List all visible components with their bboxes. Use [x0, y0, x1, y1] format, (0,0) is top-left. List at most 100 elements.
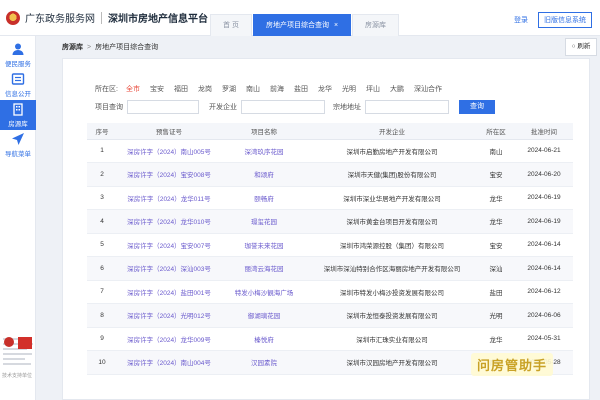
- sidebar-item-services[interactable]: 便民服务: [0, 40, 36, 70]
- project-query-input[interactable]: [127, 100, 199, 114]
- district-option[interactable]: 盐田: [294, 86, 308, 93]
- query-panel: 所在区: 全市 宝安 福田 龙岗 罗湖 南山 前海 盐田 龙华 光明 坪山 大鹏 深汕合作 项目查询 开…: [62, 58, 590, 400]
- sidebar-item-housing[interactable]: 房源库: [0, 100, 36, 130]
- approval-date-cell: 2024-06-19: [515, 186, 573, 210]
- row-index: 9: [87, 327, 117, 351]
- district-cell: 宝安: [477, 162, 515, 187]
- table-row[interactable]: 2 深房许字（2024）宝安008号 和颂府 深圳市天健(集团)股份有限公司 宝安 202…: [87, 162, 573, 187]
- district-cell: 盐田: [477, 280, 515, 304]
- project-name-link[interactable]: 丽湾云海花园: [221, 256, 307, 281]
- table-row[interactable]: 3 深房许字（2024）龙华011号 颐畅府 深圳市深业华居地产开发有限公司 龙华 202…: [87, 186, 573, 210]
- district-cell: 龙华: [477, 186, 515, 210]
- column-header: 预售证号: [117, 123, 221, 140]
- row-index: 1: [87, 139, 117, 163]
- presale-permit-link[interactable]: 深房许字（2024）光明012号: [117, 303, 221, 328]
- district-option[interactable]: 大鹏: [390, 86, 404, 93]
- approval-date-cell: 2024-06-20: [515, 162, 573, 187]
- developer-cell: 深圳市启勤房地产开发有限公司: [307, 139, 477, 163]
- tab-housing-library[interactable]: 房源库: [352, 14, 400, 36]
- district-option[interactable]: 光明: [342, 86, 356, 93]
- district-option[interactable]: 深汕合作: [414, 86, 442, 93]
- table-row[interactable]: 9 深房许字（2024）龙华009号 榛悦府 深圳市汇珠实业有限公司 龙华 2024-05…: [87, 327, 573, 351]
- sidebar-item-info[interactable]: 信息公开: [0, 70, 36, 100]
- row-index: 4: [87, 209, 117, 234]
- district-option[interactable]: 南山: [246, 86, 260, 93]
- project-name-link[interactable]: 御湖璃花园: [221, 303, 307, 328]
- presale-permit-link[interactable]: 深房许字（2024）南山005号: [117, 139, 221, 163]
- old-system-button[interactable]: 旧版信息系统: [538, 12, 592, 28]
- building-icon: [13, 103, 23, 116]
- approval-date-cell: 2024-06-21: [515, 139, 573, 163]
- approval-date-cell: 2024-06-19: [515, 209, 573, 234]
- project-name-link[interactable]: 特发小梅沙観海广场: [221, 280, 307, 304]
- district-option[interactable]: 前海: [270, 86, 284, 93]
- developer-label: 开发企业: [209, 104, 237, 111]
- presale-permit-link[interactable]: 深房许字（2024）宝安008号: [117, 162, 221, 187]
- breadcrumb-current: 房地产项目综合查询: [95, 44, 159, 51]
- gov-badge-icon[interactable]: [4, 337, 14, 347]
- presale-permit-link[interactable]: 深房许字（2024）南山004号: [117, 350, 221, 375]
- district-cell: 龙华: [477, 209, 515, 234]
- district-option[interactable]: 福田: [174, 86, 188, 93]
- table-row[interactable]: 7 深房许字（2024）盐田001号 特发小梅沙観海广场 深圳市特发小梅沙投资发展有限…: [87, 280, 573, 304]
- search-button[interactable]: 查询: [459, 100, 495, 114]
- refresh-button[interactable]: ○ 刷新: [565, 38, 597, 56]
- info-icon: [11, 73, 25, 85]
- column-header: 序号: [87, 123, 117, 140]
- district-filter: 所在区: 全市 宝安 福田 龙岗 罗湖 南山 前海 盐田 龙华 光明 坪山 大鹏 深汕合作: [95, 84, 452, 94]
- developer-cell: 深圳市黄金台项目开发有限公司: [307, 209, 477, 234]
- table-row[interactable]: 4 深房许字（2024）龙华010号 璟玺花园 深圳市黄金台项目开发有限公司 龙华 202…: [87, 209, 573, 234]
- presale-permit-link[interactable]: 深房许字（2024）龙华010号: [117, 209, 221, 234]
- login-link[interactable]: 登录: [514, 15, 528, 25]
- district-option[interactable]: 龙岗: [198, 86, 212, 93]
- district-option[interactable]: 龙华: [318, 86, 332, 93]
- district-option[interactable]: 坪山: [366, 86, 380, 93]
- presale-permit-link[interactable]: 深房许字（2024）宝安007号: [117, 233, 221, 257]
- project-name-link[interactable]: 深湾玖序花园: [221, 139, 307, 163]
- header-actions: 登录 旧版信息系统: [514, 12, 592, 28]
- project-name-link[interactable]: 和颂府: [221, 162, 307, 187]
- project-name-link[interactable]: 颐畅府: [221, 186, 307, 210]
- developer-input[interactable]: [241, 100, 325, 114]
- breadcrumb-home[interactable]: 房源库: [62, 42, 83, 52]
- project-name-link[interactable]: 汉园素院: [221, 350, 307, 375]
- row-index: 8: [87, 303, 117, 328]
- district-label: 所在区:: [95, 86, 118, 93]
- tab-home-label: 首 页: [223, 22, 239, 29]
- site-name: 广东政务服务网: [25, 14, 95, 25]
- sidebar-item-label: 导航菜单: [5, 151, 31, 158]
- tab-project-query[interactable]: 房地产项目综合查询 ×: [252, 14, 352, 36]
- tab-home[interactable]: 首 页: [210, 14, 252, 36]
- table-row[interactable]: 1 深房许字（2024）南山005号 深湾玖序花园 深圳市启勤房地产开发有限公司 南山 2…: [87, 139, 573, 163]
- project-name-link[interactable]: 璟玺花园: [221, 209, 307, 234]
- table-row[interactable]: 8 深房许字（2024）光明012号 御湖璃花园 深圳市龙恒泰投资发展有限公司 光明 20…: [87, 303, 573, 328]
- parcel-input[interactable]: [365, 100, 449, 114]
- table-row[interactable]: 5 深房许字（2024）宝安007号 珈誉未来花园 深圳市鸿荣源控股（集团）有限公司宝…: [87, 233, 573, 257]
- presale-permit-link[interactable]: 深房许字（2024）龙华009号: [117, 327, 221, 351]
- approval-date-cell: 2024-06-12: [515, 280, 573, 304]
- developer-cell: 深圳市特发小梅沙投资发展有限公司: [307, 280, 477, 304]
- project-name-link[interactable]: 榛悦府: [221, 327, 307, 351]
- developer-cell: 深圳市鸿荣源控股（集团）有限公司: [307, 233, 477, 257]
- row-index: 5: [87, 233, 117, 257]
- breadcrumb: 房源库 > 房地产项目综合查询: [62, 38, 592, 56]
- table-row[interactable]: 6 深房许字（2024）深汕003号 丽湾云海花园 深圳市深汕特别合作区海丽房地产开发…: [87, 256, 573, 281]
- navigation-icon: [12, 133, 24, 145]
- close-icon[interactable]: ×: [334, 22, 338, 29]
- presale-permit-link[interactable]: 深房许字（2024）龙华011号: [117, 186, 221, 210]
- presale-permit-link[interactable]: 深房许字（2024）深汕003号: [117, 256, 221, 281]
- query-form: 项目查询 开发企业 宗地地址 查询: [95, 100, 495, 114]
- party-badge-icon[interactable]: [18, 337, 32, 349]
- district-cell: 宝安: [477, 233, 515, 257]
- district-option[interactable]: 全市: [126, 86, 140, 93]
- sidebar-badges: [4, 337, 32, 349]
- project-name-link[interactable]: 珈誉未来花园: [221, 233, 307, 257]
- district-cell: 深汕: [477, 256, 515, 281]
- sidebar-item-navigation[interactable]: 导航菜单: [0, 130, 36, 160]
- district-option[interactable]: 罗湖: [222, 86, 236, 93]
- watermark-badge: 问房管助手: [471, 353, 554, 376]
- district-option[interactable]: 宝安: [150, 86, 164, 93]
- site-logo[interactable]: 广东政务服务网 深圳市房地产信息平台: [6, 10, 208, 25]
- presale-permit-link[interactable]: 深房许字（2024）盐田001号: [117, 280, 221, 304]
- approval-date-cell: 2024-06-06: [515, 303, 573, 328]
